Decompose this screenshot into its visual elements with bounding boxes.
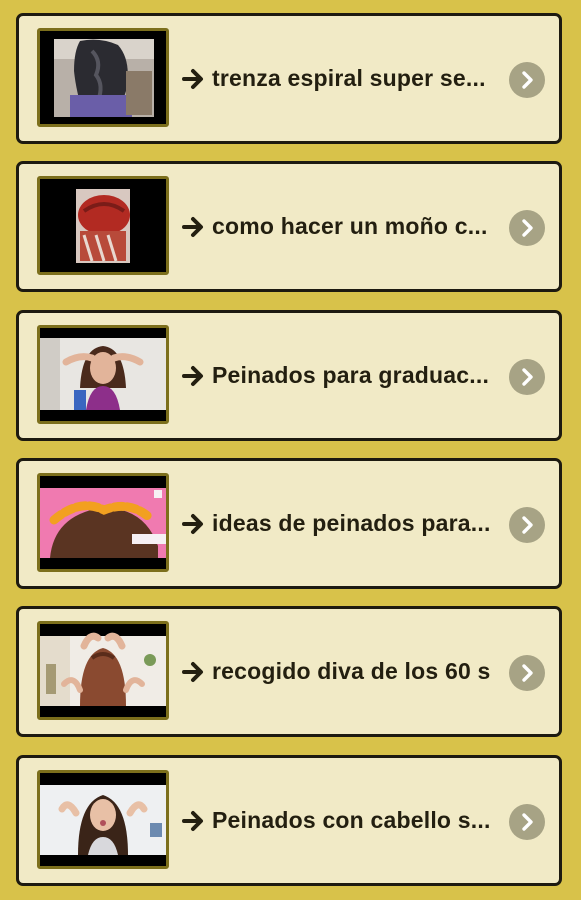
chevron-right-icon [522, 516, 533, 534]
video-title: trenza espiral super se... [212, 65, 486, 91]
chevron-right-icon [522, 71, 533, 89]
video-list-item[interactable]: Peinados para graduac... [16, 310, 562, 441]
bun-thumbnail [40, 179, 166, 272]
video-title: Peinados para graduac... [212, 362, 490, 388]
open-video-button[interactable] [509, 359, 545, 395]
video-list: trenza espiral super se... como hacer un [0, 0, 581, 900]
video-title: Peinados con cabello s... [212, 807, 491, 833]
video-title: como hacer un moño c... [212, 213, 488, 239]
video-list-item[interactable]: recogido diva de los 60 s [16, 606, 562, 737]
video-list-item[interactable]: Peinados con cabello s... [16, 755, 562, 886]
video-list-item[interactable]: trenza espiral super se... [16, 13, 562, 144]
woman-hair-thumbnail [40, 773, 166, 866]
open-video-button[interactable] [509, 62, 545, 98]
open-video-button[interactable] [509, 507, 545, 543]
video-list-item[interactable]: como hacer un moño c... [16, 161, 562, 292]
woman-hair-thumbnail [40, 328, 166, 421]
video-thumbnail [37, 770, 169, 869]
video-thumbnail [37, 176, 169, 275]
right-arrow-icon [182, 661, 203, 682]
braided-crown-thumbnail [40, 476, 166, 569]
right-arrow-icon [182, 513, 203, 534]
video-thumbnail [37, 473, 169, 572]
video-title: ideas de peinados para... [212, 510, 491, 536]
updo-thumbnail [40, 624, 166, 717]
open-video-button[interactable] [509, 655, 545, 691]
video-title: recogido diva de los 60 s [212, 658, 491, 684]
chevron-right-icon [522, 813, 533, 831]
video-list-item[interactable]: ideas de peinados para... [16, 458, 562, 589]
right-arrow-icon [182, 68, 203, 89]
video-thumbnail [37, 325, 169, 424]
open-video-button[interactable] [509, 804, 545, 840]
braid-thumbnail [40, 31, 166, 124]
open-video-button[interactable] [509, 210, 545, 246]
video-thumbnail [37, 621, 169, 720]
chevron-right-icon [522, 664, 533, 682]
right-arrow-icon [182, 365, 203, 386]
chevron-right-icon [522, 219, 533, 237]
video-thumbnail [37, 28, 169, 127]
right-arrow-icon [182, 810, 203, 831]
chevron-right-icon [522, 368, 533, 386]
right-arrow-icon [182, 216, 203, 237]
